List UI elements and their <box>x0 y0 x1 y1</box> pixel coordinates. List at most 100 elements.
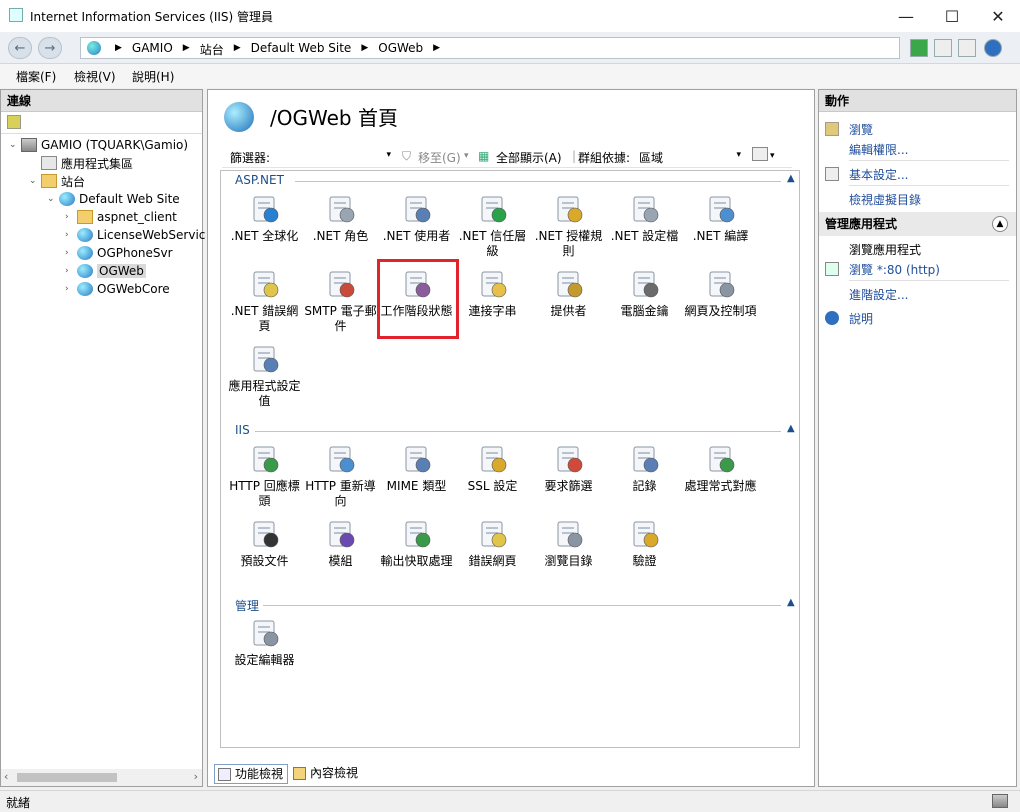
home-icon[interactable] <box>958 39 976 57</box>
expand-icon[interactable]: › <box>65 230 77 240</box>
forward-button[interactable]: → <box>38 37 62 59</box>
minimize-button[interactable]: — <box>883 0 929 32</box>
feature-logging[interactable]: 記錄 <box>607 443 682 494</box>
feature-default-doc[interactable]: 預設文件 <box>227 518 302 569</box>
feature-handler-mappings[interactable]: 處理常式對應 <box>683 443 758 494</box>
selection-highlight <box>377 259 459 339</box>
scroll-right-icon[interactable]: › <box>194 770 198 783</box>
feature-users[interactable]: .NET 使用者 <box>379 193 454 244</box>
expand-icon[interactable]: ⌄ <box>47 194 59 204</box>
collapse-group-icon[interactable]: ▲ <box>787 173 795 184</box>
scrollbar-thumb[interactable] <box>17 773 117 782</box>
compile-icon <box>705 193 737 225</box>
tree-node[interactable]: ⌄ 站台 <box>29 172 85 190</box>
group-by-select[interactable]: 區域 ▾ <box>634 147 746 165</box>
feature-trust[interactable]: .NET 信任層級 <box>455 193 530 259</box>
feature-request-filter[interactable]: 要求篩選 <box>531 443 606 494</box>
feature-app-settings[interactable]: 應用程式設定值 <box>227 343 302 409</box>
collapse-group-icon[interactable]: ▲ <box>787 597 795 608</box>
close-button[interactable]: ✕ <box>975 0 1020 32</box>
action-basic-settings[interactable]: 基本設定... <box>849 166 908 183</box>
separator: | <box>572 149 577 163</box>
show-all-button[interactable]: 全部顯示(A) <box>496 149 562 166</box>
tree-node[interactable]: › OGPhoneSvr <box>65 244 173 262</box>
view-chevron-icon: ▾ <box>770 151 775 161</box>
action-browse-http[interactable]: 瀏覽 *:80 (http) <box>849 261 940 278</box>
feature-profile[interactable]: .NET 設定檔 <box>607 193 682 244</box>
tree-node[interactable]: 應用程式集區 <box>29 154 133 172</box>
feature-error-pages[interactable]: 錯誤網頁 <box>455 518 530 569</box>
error-page-icon <box>249 268 281 300</box>
refresh-icon[interactable] <box>910 39 928 57</box>
view-mode-icon[interactable] <box>752 147 768 161</box>
feature-label: MIME 類型 <box>386 479 447 493</box>
feature-label: 輸出快取處理 <box>380 554 453 568</box>
feature-modules[interactable]: 模組 <box>303 518 378 569</box>
filter-input[interactable]: ▾ <box>272 147 396 165</box>
feature-dir-browse[interactable]: 瀏覽目錄 <box>531 518 606 569</box>
folder-icon <box>77 210 93 224</box>
action-edit-permissions[interactable]: 編輯權限... <box>849 141 908 158</box>
expand-icon[interactable]: ⌄ <box>9 140 21 150</box>
feature-mail[interactable]: SMTP 電子郵件 <box>303 268 378 334</box>
action-browse[interactable]: 瀏覽 <box>849 121 873 138</box>
tree-node[interactable]: › OGWebCore <box>65 280 170 298</box>
feature-output-cache[interactable]: 輸出快取處理 <box>379 518 454 569</box>
browse-icon <box>825 122 839 136</box>
feature-providers[interactable]: 提供者 <box>531 268 606 319</box>
actions-panel: 動作 瀏覽 編輯權限... 基本設定... 檢視虛擬目錄 管理應用程式 ▲ 瀏覽… <box>818 89 1017 787</box>
tree-node[interactable]: ⌄ GAMIO (TQUARK\Gamio) <box>9 136 188 154</box>
feature-roles[interactable]: .NET 角色 <box>303 193 378 244</box>
breadcrumb-default-web-site[interactable]: Default Web Site <box>251 41 352 58</box>
tree-node[interactable]: › aspnet_client <box>65 208 177 226</box>
feature-auth[interactable]: 驗證 <box>607 518 682 569</box>
address-bar[interactable]: ▶ GAMIO ▶ 站台 ▶ Default Web Site ▶ OGWeb … <box>80 37 900 59</box>
tree-node[interactable]: › OGWeb <box>65 262 146 280</box>
action-view-virtual-directories[interactable]: 檢視虛擬目錄 <box>849 191 921 208</box>
tree-node-label: OGWeb <box>97 264 146 278</box>
tab-features-view[interactable]: 功能檢視 <box>214 764 289 784</box>
breadcrumb-gamio[interactable]: GAMIO <box>132 41 173 58</box>
feature-http-headers[interactable]: HTTP 回應標頭 <box>227 443 302 509</box>
create-connection-icon[interactable] <box>7 115 21 129</box>
feature-redirect[interactable]: HTTP 重新導向 <box>303 443 378 509</box>
stop-icon[interactable] <box>934 39 952 57</box>
maximize-button[interactable]: ☐ <box>929 0 975 32</box>
feature-compile[interactable]: .NET 編譯 <box>683 193 758 244</box>
feature-config-editor[interactable]: 設定編輯器 <box>227 617 302 668</box>
feature-mime[interactable]: MIME 類型 <box>379 443 454 494</box>
menu-help[interactable]: 說明(H) <box>132 68 174 85</box>
handler-mappings-icon <box>705 443 737 475</box>
scroll-left-icon[interactable]: ‹ <box>4 770 8 783</box>
feature-machine-key[interactable]: 電腦金鑰 <box>607 268 682 319</box>
action-advanced-settings[interactable]: 進階設定... <box>849 286 908 303</box>
tree-node[interactable]: › LicenseWebServic <box>65 226 205 244</box>
feature-ssl-lock[interactable]: SSL 設定 <box>455 443 530 494</box>
expand-icon[interactable]: › <box>65 266 77 276</box>
tab-content-view[interactable]: 內容檢視 <box>290 764 362 784</box>
expand-icon[interactable]: › <box>65 212 77 222</box>
go-button[interactable]: 移至(G) <box>418 149 461 166</box>
feature-connection-string[interactable]: 連接字串 <box>455 268 530 319</box>
collapse-icon[interactable]: ▲ <box>992 216 1008 232</box>
help-icon[interactable] <box>984 39 1002 57</box>
horizontal-scrollbar[interactable]: ‹ › <box>1 769 202 786</box>
feature-lock[interactable]: .NET 授權規則 <box>531 193 606 259</box>
action-help[interactable]: 說明 <box>849 310 873 327</box>
menu-file[interactable]: 檔案(F) <box>16 68 56 85</box>
collapse-group-icon[interactable]: ▲ <box>787 423 795 434</box>
expand-icon[interactable]: › <box>65 248 77 258</box>
feature-error-page[interactable]: .NET 錯誤網頁 <box>227 268 302 334</box>
feature-globe[interactable]: .NET 全球化 <box>227 193 302 244</box>
breadcrumb-ogweb[interactable]: OGWeb <box>378 41 423 58</box>
tree-node[interactable]: ⌄ Default Web Site <box>47 190 180 208</box>
feature-pages-controls[interactable]: 網頁及控制項 <box>683 268 758 319</box>
expand-icon[interactable]: › <box>65 284 77 294</box>
menu-view[interactable]: 檢視(V) <box>74 68 116 85</box>
back-button[interactable]: ← <box>8 37 32 59</box>
http-headers-icon <box>249 443 281 475</box>
folder-icon <box>41 174 57 188</box>
breadcrumb-sites[interactable]: 站台 <box>200 41 224 58</box>
logging-icon <box>629 443 661 475</box>
expand-icon[interactable]: ⌄ <box>29 176 41 186</box>
